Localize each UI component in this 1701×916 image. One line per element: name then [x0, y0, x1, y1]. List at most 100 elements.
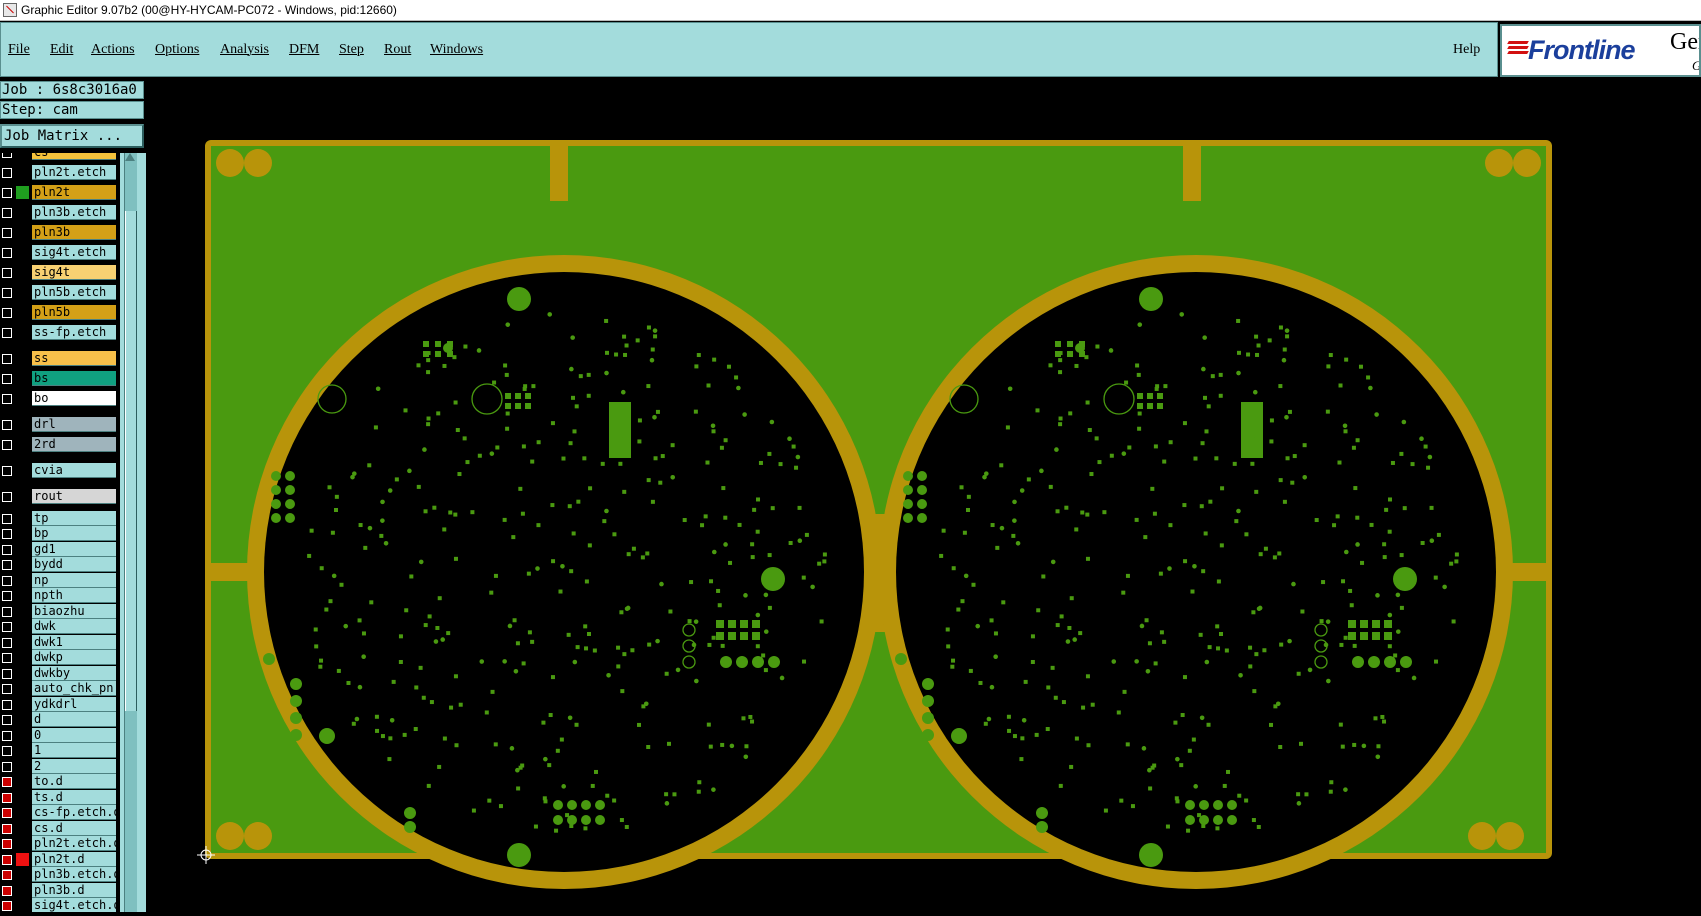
layer-color-swatch[interactable] [16, 883, 29, 897]
layer-color-swatch[interactable] [16, 418, 29, 431]
layer-display-checkbox[interactable] [2, 466, 12, 476]
layer-display-checkbox[interactable] [2, 268, 12, 278]
layer-color-swatch[interactable] [16, 775, 29, 788]
layer-display-checkbox[interactable] [2, 870, 12, 880]
scrollbar-thumb[interactable] [125, 211, 137, 711]
layer-display-checkbox[interactable] [2, 248, 12, 258]
layer-display-checkbox[interactable] [2, 823, 12, 834]
layer-color-swatch[interactable] [16, 166, 29, 179]
layer-row[interactable]: 0 [0, 727, 118, 743]
layer-display-checkbox[interactable] [2, 761, 12, 772]
layer-name[interactable]: bydd [32, 557, 116, 572]
layer-row[interactable]: 2rd [0, 437, 118, 452]
layer-name[interactable]: pln2t.etch.d [32, 836, 116, 851]
layer-name[interactable]: dwkp [32, 650, 116, 665]
layer-name[interactable]: ss [32, 351, 116, 366]
layer-scrollbar[interactable] [120, 153, 146, 912]
layer-color-swatch[interactable] [16, 666, 29, 680]
scroll-up-arrow-icon[interactable] [125, 153, 135, 161]
layer-row[interactable]: dwk1 [0, 634, 118, 650]
layer-row[interactable]: pln3b.etch.d [0, 867, 118, 882]
layer-row[interactable]: auto_chk_pn. [0, 681, 118, 696]
layer-display-checkbox[interactable] [2, 544, 12, 555]
layer-color-swatch[interactable] [16, 352, 29, 365]
layer-row[interactable]: sig4t [0, 265, 118, 280]
layer-display-checkbox[interactable] [2, 808, 12, 818]
layer-display-checkbox[interactable] [2, 560, 12, 570]
layer-name[interactable]: npth [32, 588, 116, 603]
layer-row[interactable]: to.d [0, 774, 118, 789]
layer-color-swatch[interactable] [16, 306, 29, 319]
layer-display-checkbox[interactable] [2, 153, 12, 158]
layer-name[interactable]: cvia [32, 463, 116, 478]
layer-name[interactable]: pln2t [32, 185, 116, 200]
layer-display-checkbox[interactable] [2, 606, 12, 617]
job-matrix-button[interactable]: Job Matrix ... [0, 124, 144, 148]
layer-name[interactable]: d [32, 712, 116, 727]
layer-row[interactable]: pln3b.d [0, 882, 118, 898]
layer-name[interactable]: rout [32, 489, 116, 504]
layer-color-swatch[interactable] [16, 744, 29, 757]
layer-display-checkbox[interactable] [2, 684, 12, 694]
layer-color-swatch[interactable] [16, 790, 29, 804]
layer-row[interactable]: pln2t [0, 185, 118, 200]
menu-options[interactable]: Options [155, 42, 199, 58]
layer-name[interactable]: pln3b.etch.d [32, 867, 116, 882]
layer-name[interactable]: sig4t.etch.d [32, 898, 116, 912]
layer-name[interactable]: ss-fp.etch [32, 325, 116, 340]
layer-display-checkbox[interactable] [2, 591, 12, 601]
menu-dfm[interactable]: DFM [289, 42, 319, 58]
layer-row[interactable]: dwkby [0, 665, 118, 681]
layer-color-swatch[interactable] [16, 153, 29, 159]
layer-color-swatch[interactable] [16, 620, 29, 633]
layer-name[interactable]: 0 [32, 727, 116, 743]
layer-display-checkbox[interactable] [2, 715, 12, 725]
menu-file[interactable]: File [8, 42, 30, 58]
layer-color-swatch[interactable] [16, 852, 29, 866]
menu-rout[interactable]: Rout [384, 42, 411, 58]
layer-row[interactable]: sig4t.etch [0, 245, 118, 260]
layer-color-swatch[interactable] [16, 206, 29, 219]
layer-name[interactable]: pln5b.etch [32, 285, 116, 300]
layer-display-checkbox[interactable] [2, 513, 12, 524]
layer-name[interactable]: pln2t.etch [32, 165, 116, 180]
layer-row[interactable]: sig4t.etch.d [0, 898, 118, 912]
layer-name[interactable]: bo [32, 391, 116, 406]
layer-row[interactable]: ts.d [0, 789, 118, 805]
layer-row[interactable]: ydkdrl [0, 696, 118, 712]
layer-color-swatch[interactable] [16, 713, 29, 726]
layer-color-swatch[interactable] [16, 266, 29, 279]
layer-color-swatch[interactable] [16, 527, 29, 540]
layer-name[interactable]: ts.d [32, 789, 116, 805]
menu-help[interactable]: Help [1453, 42, 1480, 58]
layer-name[interactable]: dwk1 [32, 634, 116, 650]
layer-display-checkbox[interactable] [2, 188, 12, 198]
layer-color-swatch[interactable] [16, 806, 29, 819]
layer-color-swatch[interactable] [16, 759, 29, 773]
layer-color-swatch[interactable] [16, 226, 29, 239]
layer-display-checkbox[interactable] [2, 394, 12, 404]
layer-row[interactable]: pln5b.etch [0, 285, 118, 300]
layer-name[interactable]: sig4t.etch [32, 245, 116, 260]
menu-analysis[interactable]: Analysis [220, 42, 269, 58]
layer-row[interactable]: gd1 [0, 541, 118, 557]
layer-row[interactable]: drl [0, 417, 118, 432]
layer-display-checkbox[interactable] [2, 885, 12, 896]
layer-name[interactable]: cs.d [32, 820, 116, 836]
layer-color-swatch[interactable] [16, 490, 29, 503]
layer-row[interactable]: bo [0, 391, 118, 406]
layer-name[interactable]: np [32, 572, 116, 588]
layer-display-checkbox[interactable] [2, 839, 12, 849]
layer-color-swatch[interactable] [16, 868, 29, 881]
layer-name[interactable]: ydkdrl [32, 696, 116, 712]
layer-row[interactable]: pln2t.etch [0, 165, 118, 180]
layer-row[interactable]: pln2t.d [0, 851, 118, 867]
layer-display-checkbox[interactable] [2, 653, 12, 663]
layer-display-checkbox[interactable] [2, 288, 12, 298]
layer-color-swatch[interactable] [16, 697, 29, 711]
layer-row[interactable]: pln3b [0, 225, 118, 240]
layer-display-checkbox[interactable] [2, 730, 12, 741]
graphic-canvas[interactable] [146, 79, 1701, 912]
layer-display-checkbox[interactable] [2, 746, 12, 756]
layer-color-swatch[interactable] [16, 326, 29, 339]
